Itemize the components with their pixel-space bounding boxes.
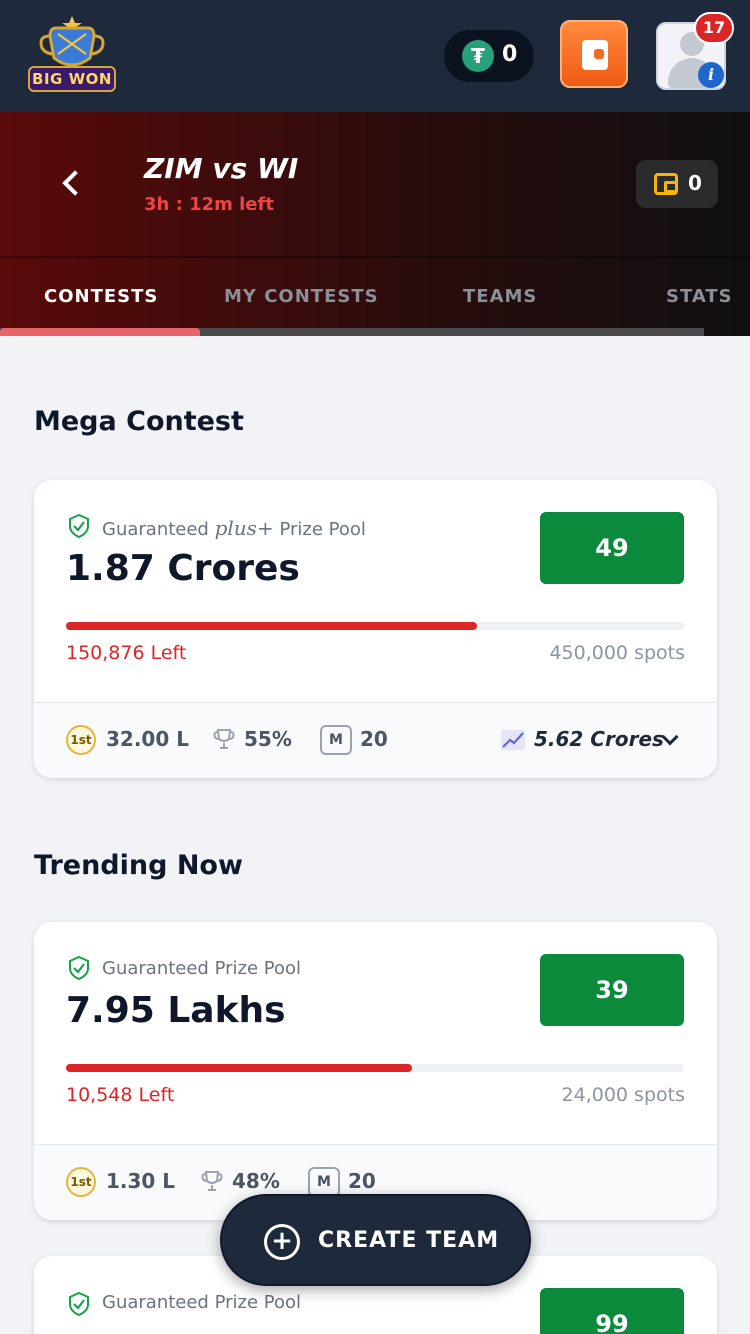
spots-progress-bar <box>66 622 684 630</box>
entry-fee-button[interactable]: 99 <box>540 1288 684 1334</box>
max-prize-value[interactable]: 5.62 Crores <box>534 727 664 751</box>
tab-active-indicator <box>0 328 200 336</box>
growth-chart-icon <box>501 730 525 750</box>
shield-check-icon <box>69 1292 89 1316</box>
app-logo[interactable]: BIG WON <box>24 14 120 100</box>
prize-amount: 1.87 Crores <box>66 548 300 589</box>
trophy-logo-icon <box>39 16 105 67</box>
chevron-left-icon <box>62 170 88 196</box>
entry-fee-button[interactable]: 39 <box>540 954 684 1026</box>
guaranteed-text: Guaranteed <box>102 519 209 540</box>
prize-pool-text: Prize Pool <box>279 519 366 540</box>
spots-left: 150,876 Left <box>66 642 187 664</box>
tab-stats[interactable]: STATS <box>666 286 733 307</box>
wallet-balance-value: 0 <box>688 171 702 195</box>
first-prize-value: 1.30 L <box>106 1169 176 1193</box>
tabs-divider <box>0 256 750 258</box>
create-team-button[interactable]: + CREATE TEAM <box>220 1194 531 1286</box>
wallet-icon <box>654 173 678 195</box>
entry-fee-button[interactable]: 49 <box>540 512 684 584</box>
shield-check-icon <box>69 514 89 538</box>
win-percent: 55% <box>244 727 292 751</box>
tab-contests[interactable]: CONTESTS <box>44 286 158 307</box>
first-prize-value: 32.00 L <box>106 727 189 751</box>
max-entries-icon: M <box>308 1167 340 1197</box>
section-title-mega: Mega Contest <box>34 406 244 437</box>
plus-icon: + <box>264 1224 300 1260</box>
total-spots: 450,000 spots <box>549 642 685 664</box>
guarantee-label: Guaranteed plus+ Prize Pool <box>102 516 366 540</box>
back-button[interactable] <box>52 158 92 208</box>
wallet-icon <box>582 40 608 70</box>
first-prize-icon: 1st <box>66 1167 96 1197</box>
trophy-icon <box>213 729 235 749</box>
tab-teams[interactable]: TEAMS <box>463 286 537 307</box>
create-team-label: CREATE TEAM <box>318 1228 500 1253</box>
spots-progress-fill <box>66 622 477 630</box>
first-prize-icon: 1st <box>66 725 96 755</box>
match-wallet-balance[interactable]: 0 <box>636 160 718 208</box>
info-icon: i <box>698 62 724 88</box>
trophy-icon <box>201 1171 223 1191</box>
contest-card[interactable]: Guaranteed Prize Pool 7.95 Lakhs 39 10,5… <box>34 922 717 1220</box>
plus-text: plus+ <box>214 516 274 540</box>
tether-balance: 0 <box>502 42 518 67</box>
max-entries-icon: M <box>320 725 352 755</box>
wallet-button[interactable] <box>560 20 628 88</box>
notification-badge[interactable]: 17 <box>694 12 734 44</box>
match-title: ZIM vs WI <box>144 152 299 185</box>
section-title-trending: Trending Now <box>34 850 243 881</box>
tab-my-contests[interactable]: MY CONTESTS <box>224 286 379 307</box>
max-entries-value: 20 <box>360 727 388 751</box>
guarantee-label: Guaranteed Prize Pool <box>102 1292 302 1313</box>
prize-amount: 7.95 Lakhs <box>66 990 286 1031</box>
logo-text: BIG WON <box>28 66 116 92</box>
match-header: ZIM vs WI 3h : 12m left 0 CONTESTS MY CO… <box>0 112 750 336</box>
contest-card[interactable]: Guaranteed plus+ Prize Pool 1.87 Crores … <box>34 480 717 778</box>
total-spots: 24,000 spots <box>561 1084 685 1106</box>
tether-icon: ₮ <box>462 40 494 72</box>
match-time-left: 3h : 12m left <box>144 194 274 215</box>
spots-left: 10,548 Left <box>66 1084 175 1106</box>
shield-check-icon <box>69 956 89 980</box>
spots-progress-bar <box>66 1064 684 1072</box>
spots-progress-fill <box>66 1064 413 1072</box>
top-bar: BIG WON ₮ 0 i 17 <box>0 0 750 112</box>
max-entries-value: 20 <box>348 1169 376 1193</box>
chevron-down-icon[interactable] <box>661 728 679 746</box>
contest-card-footer: 1st 32.00 L 55% M 20 5.62 Crores <box>34 702 717 778</box>
win-percent: 48% <box>232 1169 280 1193</box>
tether-balance-pill[interactable]: ₮ 0 <box>444 30 534 82</box>
guarantee-label: Guaranteed Prize Pool <box>102 958 302 979</box>
